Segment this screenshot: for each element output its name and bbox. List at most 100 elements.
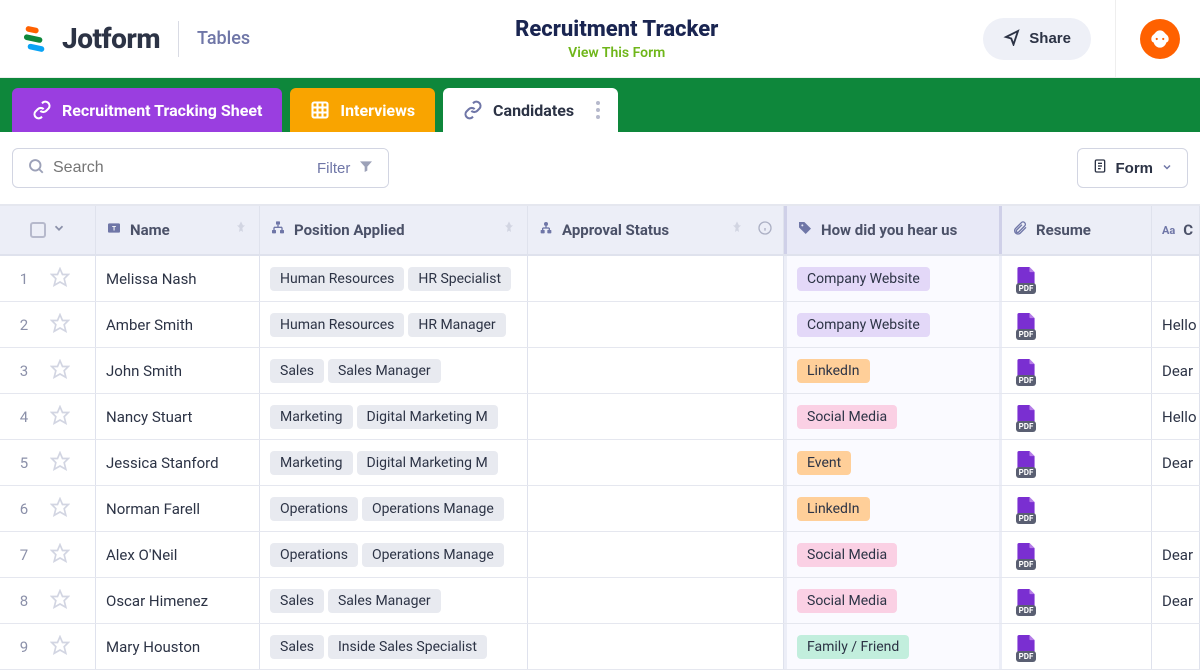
star-icon[interactable] [50, 497, 70, 521]
view-form-link[interactable]: View This Form [568, 45, 665, 61]
star-icon[interactable] [50, 635, 70, 659]
chevron-down-icon[interactable] [52, 221, 66, 239]
star-icon[interactable] [50, 313, 70, 337]
cover-cell[interactable] [1152, 624, 1200, 669]
name-cell[interactable]: John Smith [96, 348, 260, 393]
position-cell[interactable]: SalesInside Sales Specialist [260, 624, 528, 669]
cover-cell[interactable]: Dear [1152, 578, 1200, 623]
user-avatar[interactable] [1140, 19, 1180, 59]
hear-cell[interactable]: Social Media [784, 394, 1002, 439]
approval-cell[interactable] [528, 578, 784, 623]
pdf-file-icon[interactable]: PDF [1012, 632, 1040, 662]
resume-cell[interactable]: PDF [1002, 440, 1152, 485]
table-row[interactable]: 8Oscar HimenezSalesSales ManagerSocial M… [0, 578, 1200, 624]
form-view-button[interactable]: Form [1077, 148, 1189, 188]
header-position[interactable]: Position Applied [260, 206, 528, 254]
header-approval[interactable]: Approval Status [528, 206, 784, 254]
select-all-checkbox[interactable] [30, 222, 46, 238]
header-cover[interactable]: Aa C [1152, 206, 1200, 254]
pdf-file-icon[interactable]: PDF [1012, 494, 1040, 524]
search-input[interactable] [53, 159, 289, 177]
tab-candidates[interactable]: Candidates [443, 88, 618, 132]
cover-cell[interactable] [1152, 486, 1200, 531]
approval-cell[interactable] [528, 348, 784, 393]
hear-cell[interactable]: Social Media [784, 578, 1002, 623]
star-icon[interactable] [50, 267, 70, 291]
star-icon[interactable] [50, 451, 70, 475]
resume-cell[interactable]: PDF [1002, 624, 1152, 669]
position-cell[interactable]: MarketingDigital Marketing M [260, 440, 528, 485]
position-cell[interactable]: SalesSales Manager [260, 348, 528, 393]
table-row[interactable]: 6Norman FarellOperationsOperations Manag… [0, 486, 1200, 532]
section-label[interactable]: Tables [197, 28, 250, 49]
filter-button[interactable]: Filter [303, 149, 388, 187]
pdf-file-icon[interactable]: PDF [1012, 356, 1040, 386]
approval-cell[interactable] [528, 440, 784, 485]
hear-cell[interactable]: Event [784, 440, 1002, 485]
star-icon[interactable] [50, 359, 70, 383]
table-row[interactable]: 5Jessica StanfordMarketingDigital Market… [0, 440, 1200, 486]
approval-cell[interactable] [528, 394, 784, 439]
resume-cell[interactable]: PDF [1002, 578, 1152, 623]
position-cell[interactable]: OperationsOperations Manage [260, 532, 528, 577]
hear-cell[interactable]: Social Media [784, 532, 1002, 577]
cover-cell[interactable]: Hello [1152, 394, 1200, 439]
name-cell[interactable]: Mary Houston [96, 624, 260, 669]
resume-cell[interactable]: PDF [1002, 532, 1152, 577]
share-button[interactable]: Share [983, 18, 1091, 60]
star-icon[interactable] [50, 405, 70, 429]
approval-cell[interactable] [528, 302, 784, 347]
approval-cell[interactable] [528, 256, 784, 301]
tab-interviews[interactable]: Interviews [290, 88, 435, 132]
pdf-file-icon[interactable]: PDF [1012, 402, 1040, 432]
name-cell[interactable]: Amber Smith [96, 302, 260, 347]
star-icon[interactable] [50, 589, 70, 613]
header-name[interactable]: T Name [96, 206, 260, 254]
hear-cell[interactable]: Family / Friend [784, 624, 1002, 669]
approval-cell[interactable] [528, 486, 784, 531]
table-row[interactable]: 4Nancy StuartMarketingDigital Marketing … [0, 394, 1200, 440]
name-cell[interactable]: Jessica Stanford [96, 440, 260, 485]
pdf-file-icon[interactable]: PDF [1012, 586, 1040, 616]
name-cell[interactable]: Norman Farell [96, 486, 260, 531]
pdf-file-icon[interactable]: PDF [1012, 448, 1040, 478]
position-cell[interactable]: Human ResourcesHR Specialist [260, 256, 528, 301]
cover-cell[interactable]: Dear [1152, 440, 1200, 485]
pdf-file-icon[interactable]: PDF [1012, 264, 1040, 294]
table-row[interactable]: 2Amber SmithHuman ResourcesHR ManagerCom… [0, 302, 1200, 348]
position-cell[interactable]: OperationsOperations Manage [260, 486, 528, 531]
resume-cell[interactable]: PDF [1002, 302, 1152, 347]
tab-menu-icon[interactable] [588, 101, 608, 119]
pin-icon[interactable] [233, 220, 249, 240]
resume-cell[interactable]: PDF [1002, 394, 1152, 439]
approval-cell[interactable] [528, 532, 784, 577]
name-cell[interactable]: Melissa Nash [96, 256, 260, 301]
position-cell[interactable]: Human ResourcesHR Manager [260, 302, 528, 347]
table-row[interactable]: 1Melissa NashHuman ResourcesHR Specialis… [0, 256, 1200, 302]
hear-cell[interactable]: LinkedIn [784, 486, 1002, 531]
position-cell[interactable]: MarketingDigital Marketing M [260, 394, 528, 439]
tab-recruitment-tracking[interactable]: Recruitment Tracking Sheet [12, 88, 282, 132]
table-row[interactable]: 9Mary HoustonSalesInside Sales Specialis… [0, 624, 1200, 670]
cover-cell[interactable]: Dear [1152, 532, 1200, 577]
pin-icon[interactable] [729, 220, 745, 240]
approval-cell[interactable] [528, 624, 784, 669]
pdf-file-icon[interactable]: PDF [1012, 310, 1040, 340]
position-cell[interactable]: SalesSales Manager [260, 578, 528, 623]
brand-logo[interactable]: Jotform [20, 22, 160, 55]
hear-cell[interactable]: Company Website [784, 302, 1002, 347]
resume-cell[interactable]: PDF [1002, 348, 1152, 393]
cover-cell[interactable] [1152, 256, 1200, 301]
resume-cell[interactable]: PDF [1002, 256, 1152, 301]
table-row[interactable]: 7Alex O'NeilOperationsOperations ManageS… [0, 532, 1200, 578]
pdf-file-icon[interactable]: PDF [1012, 540, 1040, 570]
hear-cell[interactable]: Company Website [784, 256, 1002, 301]
resume-cell[interactable]: PDF [1002, 486, 1152, 531]
name-cell[interactable]: Alex O'Neil [96, 532, 260, 577]
star-icon[interactable] [50, 543, 70, 567]
name-cell[interactable]: Nancy Stuart [96, 394, 260, 439]
search-box[interactable] [13, 149, 303, 187]
header-hear[interactable]: How did you hear us [784, 206, 1002, 254]
info-icon[interactable] [757, 220, 773, 240]
header-resume[interactable]: Resume [1002, 206, 1152, 254]
